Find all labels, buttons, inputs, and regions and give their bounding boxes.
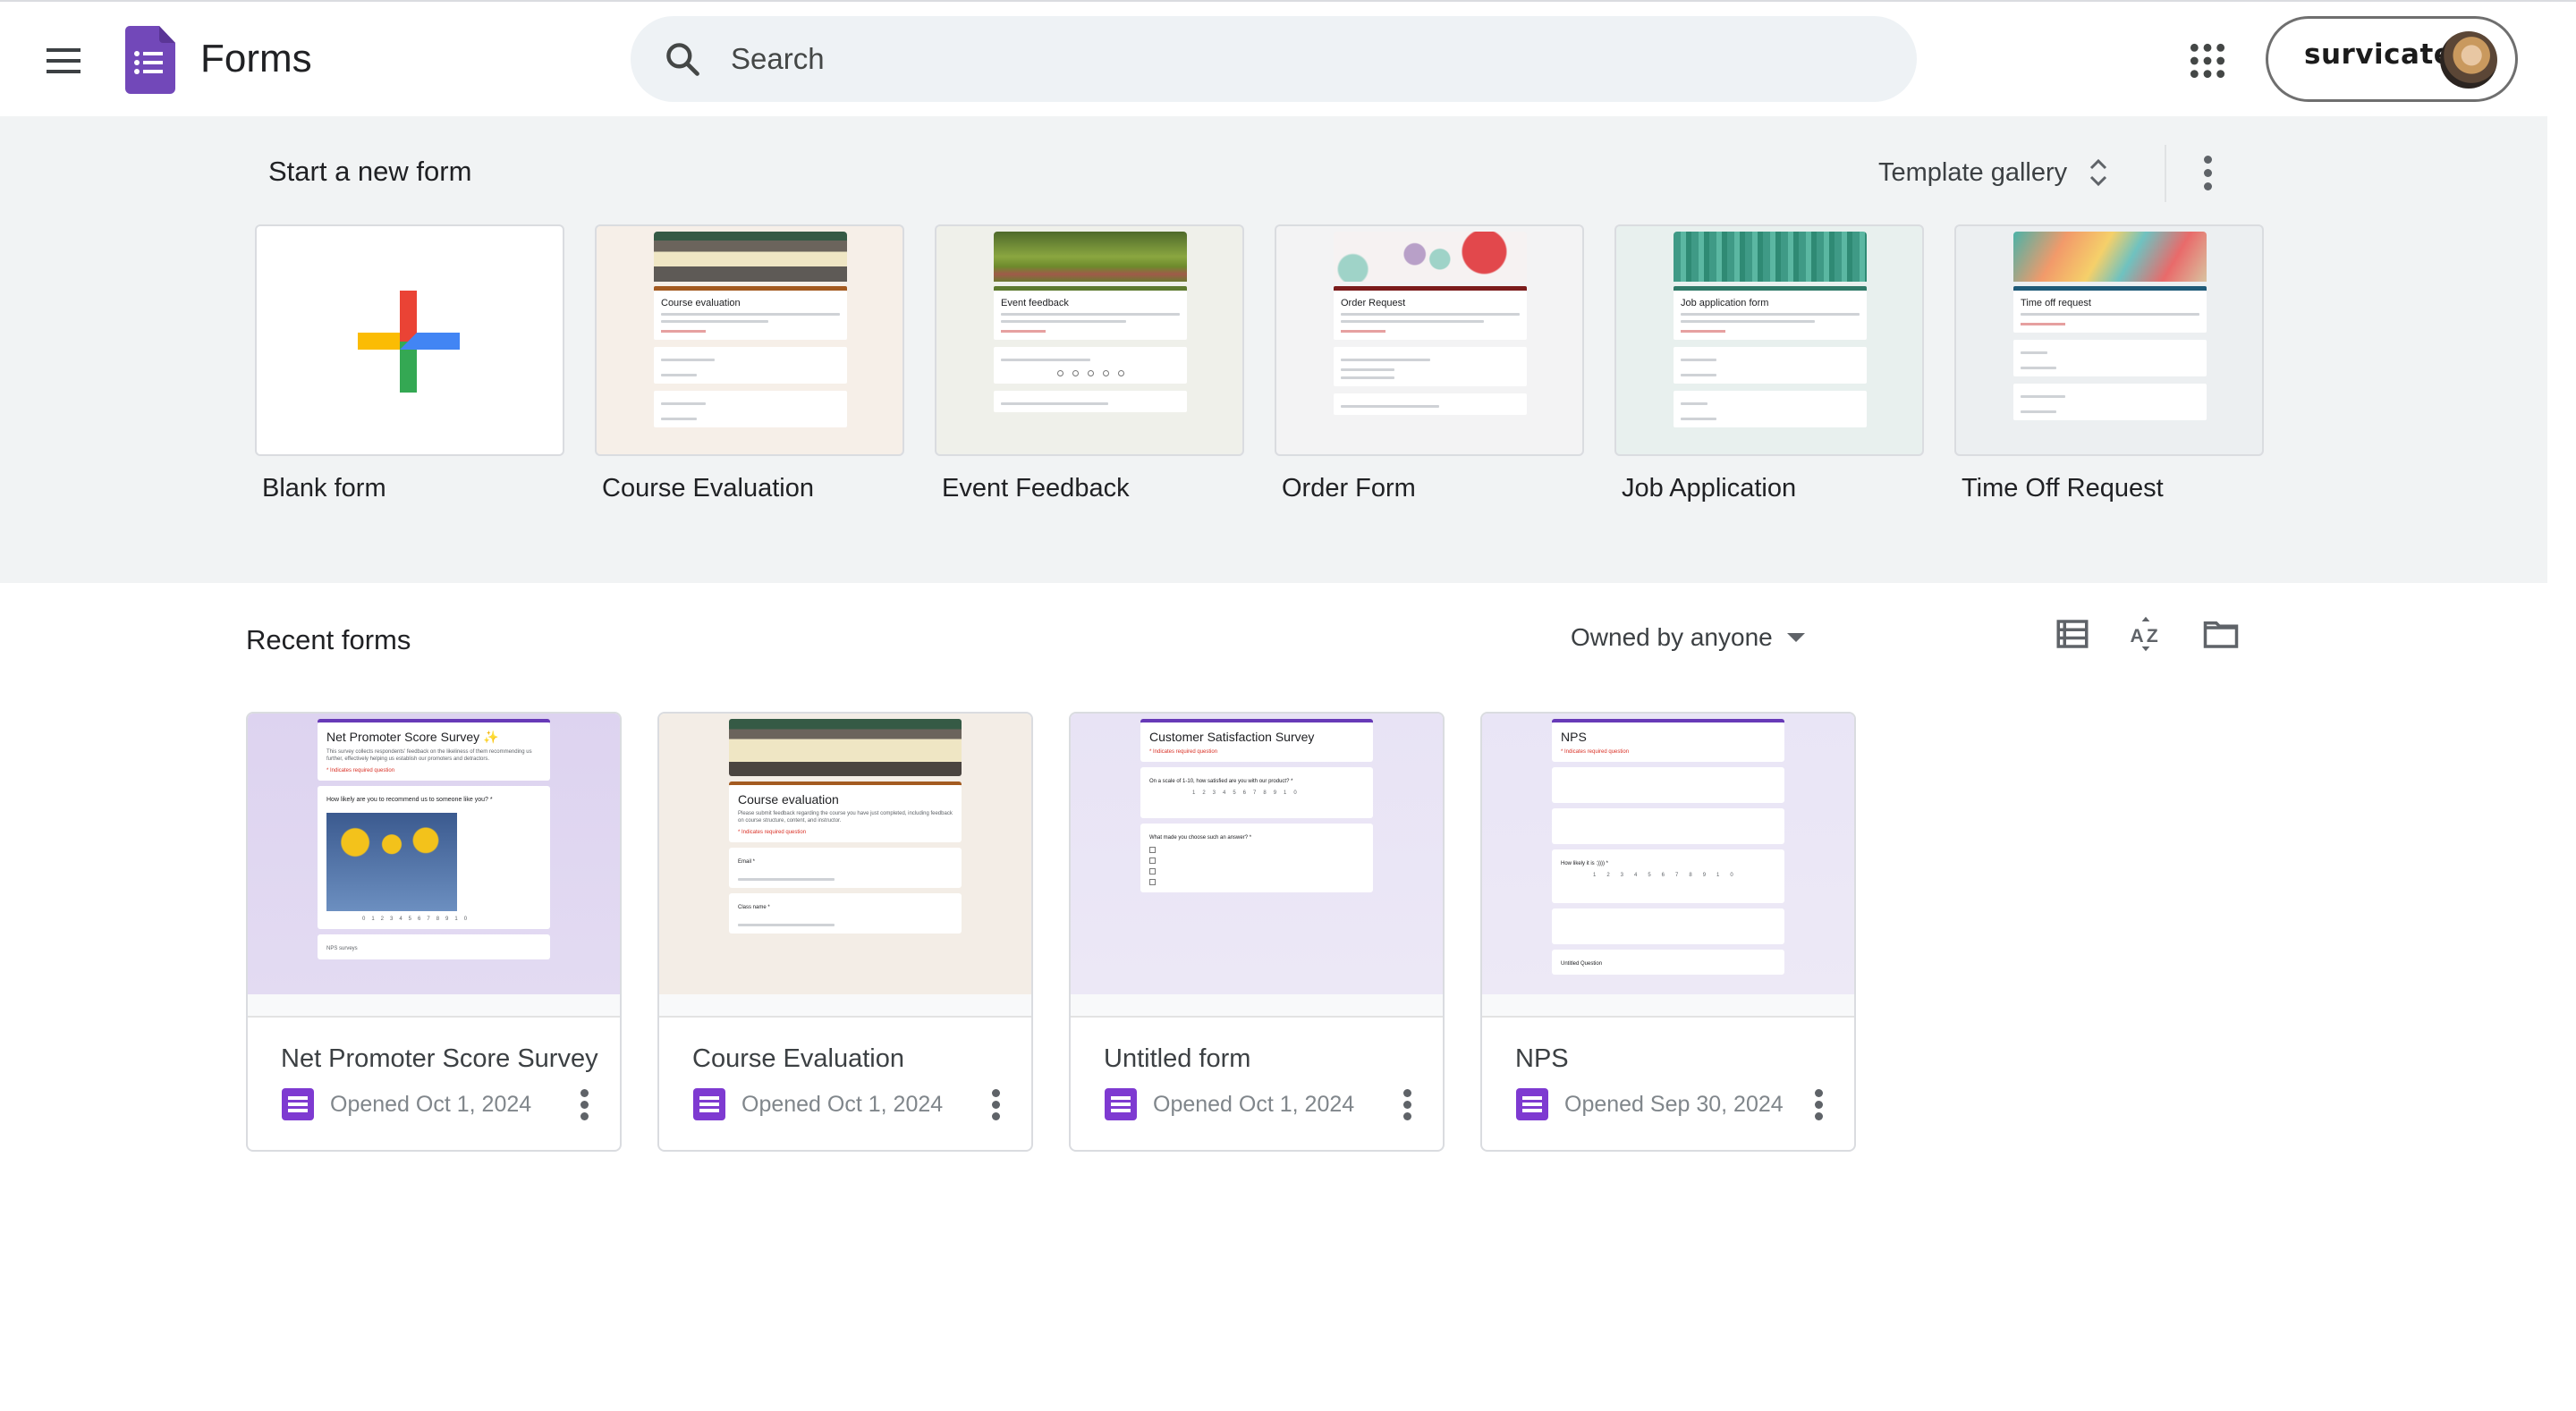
section-title-recent-forms: Recent forms xyxy=(246,624,411,655)
form-title: Untitled form xyxy=(1104,1044,1251,1073)
template-preview: Job application form xyxy=(1674,232,1867,435)
last-opened-date: Opened Oct 1, 2024 xyxy=(330,1091,532,1117)
recent-form-card[interactable]: Course evaluation Please submit feedback … xyxy=(657,712,1033,1152)
template-event-feedback[interactable]: Event feedback Event Feedback xyxy=(935,224,1244,503)
search-bar[interactable] xyxy=(631,16,1917,102)
last-opened-date: Opened Oct 1, 2024 xyxy=(1153,1091,1355,1117)
app-name[interactable]: Forms xyxy=(200,34,312,84)
app-header: Forms survicate xyxy=(0,2,2576,116)
form-more-options-button[interactable] xyxy=(579,1089,589,1125)
form-more-options-button[interactable] xyxy=(1402,1089,1412,1125)
templates-more-options-button[interactable] xyxy=(2202,156,2213,191)
template-label: Job Application xyxy=(1622,474,1797,503)
template-label: Blank form xyxy=(262,474,386,503)
template-blank-form[interactable]: Blank form xyxy=(255,224,564,503)
form-thumbnail[interactable]: NPS * Indicates required question How lik… xyxy=(1482,714,1854,994)
template-label: Time Off Request xyxy=(1962,474,2164,503)
template-preview: Time off request xyxy=(2013,232,2207,427)
template-label: Course Evaluation xyxy=(602,474,814,503)
divider xyxy=(2165,145,2166,202)
recent-form-card[interactable]: NPS * Indicates required question How lik… xyxy=(1480,712,1856,1152)
owner-filter-label: Owned by anyone xyxy=(1571,623,1773,651)
dropdown-arrow-icon xyxy=(1786,633,1805,642)
template-thumbnail[interactable]: Event feedback xyxy=(935,224,1244,456)
plus-icon xyxy=(358,291,460,393)
template-job-application[interactable]: Job application form Job Application xyxy=(1614,224,1924,503)
form-thumbnail[interactable]: Customer Satisfaction Survey * Indicates … xyxy=(1071,714,1443,994)
form-title: Net Promoter Score Survey xyxy=(281,1044,598,1073)
owner-filter-dropdown[interactable]: Owned by anyone xyxy=(1571,617,1805,658)
search-input[interactable] xyxy=(731,32,1876,86)
forms-file-icon xyxy=(1516,1088,1548,1120)
template-thumbnail[interactable]: Time off request xyxy=(1954,224,2264,456)
list-view-icon[interactable] xyxy=(2054,615,2091,653)
svg-text:A: A xyxy=(2131,626,2144,646)
template-course-evaluation[interactable]: Course evaluation Course Evaluation xyxy=(595,224,904,503)
form-more-options-button[interactable] xyxy=(990,1089,1001,1125)
form-more-options-button[interactable] xyxy=(1813,1089,1824,1125)
unfold-more-icon xyxy=(2090,158,2107,187)
template-thumbnail[interactable]: Order Request xyxy=(1275,224,1584,456)
hamburger-menu-icon xyxy=(47,48,80,52)
forms-file-icon xyxy=(282,1088,314,1120)
smiley-figures-image xyxy=(326,813,457,911)
last-opened-date: Opened Oct 1, 2024 xyxy=(741,1091,944,1117)
form-preview: Net Promoter Score Survey ✨ This survey c… xyxy=(318,719,550,965)
template-gallery-label: Template gallery xyxy=(1878,157,2068,187)
account-org-name: survicate xyxy=(2304,38,2453,71)
template-order-form[interactable]: Order Request Order Form xyxy=(1275,224,1584,503)
svg-text:Z: Z xyxy=(2147,626,2158,646)
forms-file-icon xyxy=(1105,1088,1137,1120)
template-thumbnail[interactable]: Job application form xyxy=(1614,224,1924,456)
form-preview: Course evaluation Please submit feedback … xyxy=(729,719,962,939)
search-icon[interactable] xyxy=(663,39,702,79)
recent-form-card[interactable]: Customer Satisfaction Survey * Indicates … xyxy=(1069,712,1445,1152)
template-label: Order Form xyxy=(1282,474,1416,503)
template-label: Event Feedback xyxy=(942,474,1130,503)
last-opened-date: Opened Sep 30, 2024 xyxy=(1564,1091,1784,1117)
folder-icon[interactable] xyxy=(2202,615,2240,653)
user-avatar[interactable] xyxy=(2440,31,2497,89)
main-menu-button[interactable] xyxy=(47,48,80,73)
template-preview: Order Request xyxy=(1334,232,1527,422)
recent-form-card[interactable]: Net Promoter Score Survey ✨ This survey c… xyxy=(246,712,622,1152)
google-apps-grid-icon[interactable] xyxy=(2188,41,2227,80)
account-button[interactable]: survicate xyxy=(2266,16,2518,102)
form-thumbnail[interactable]: Net Promoter Score Survey ✨ This survey c… xyxy=(248,714,620,994)
template-thumbnail[interactable]: Course evaluation xyxy=(595,224,904,456)
form-thumbnail[interactable]: Course evaluation Please submit feedback … xyxy=(659,714,1031,994)
google-forms-logo[interactable] xyxy=(125,26,175,94)
form-preview: NPS * Indicates required question How lik… xyxy=(1552,719,1784,980)
forms-file-icon xyxy=(693,1088,725,1120)
template-gallery-button[interactable]: Template gallery xyxy=(1878,150,2108,195)
template-preview: Course evaluation xyxy=(654,232,847,435)
form-preview: Customer Satisfaction Survey * Indicates … xyxy=(1140,719,1373,898)
form-title: Course Evaluation xyxy=(692,1044,904,1073)
template-time-off-request[interactable]: Time off request Time Off Request xyxy=(1954,224,2264,503)
start-new-form-section: Start a new form Template gallery Blank … xyxy=(0,116,2547,583)
section-title-start-new-form: Start a new form xyxy=(268,156,472,187)
form-title: NPS xyxy=(1515,1044,1569,1073)
sort-az-icon[interactable]: A Z xyxy=(2127,615,2165,653)
template-thumbnail[interactable] xyxy=(255,224,564,456)
template-preview: Event feedback xyxy=(994,232,1187,419)
